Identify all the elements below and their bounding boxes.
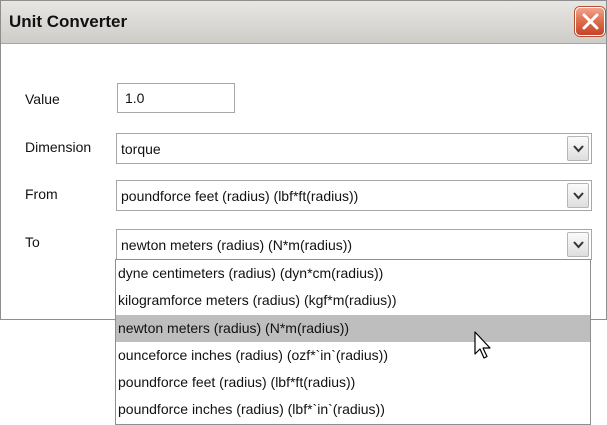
from-unit-select-value: poundforce feet (radius) (lbf*ft(radius)… <box>121 188 359 204</box>
value-input[interactable]: 1.0 <box>117 83 235 113</box>
to-label: To <box>25 234 40 250</box>
title-bar[interactable]: Unit Converter <box>1 1 606 44</box>
dimension-select[interactable]: torque <box>116 133 592 164</box>
dropdown-option-selected[interactable]: newton meters (radius) (N*m(radius)) <box>116 315 590 342</box>
close-button[interactable] <box>575 7 605 36</box>
dropdown-option[interactable]: dyne centimeters (radius) (dyn*cm(radius… <box>116 260 590 287</box>
dropdown-option[interactable]: ounceforce inches (radius) (ozf*`in`(rad… <box>116 342 590 369</box>
from-dropdown-button[interactable] <box>567 183 589 208</box>
chevron-down-icon <box>573 241 584 249</box>
to-unit-select-value: newton meters (radius) (N*m(radius)) <box>121 237 353 253</box>
value-label: Value <box>25 91 60 107</box>
dimension-dropdown-button[interactable] <box>567 136 589 161</box>
to-unit-select[interactable]: newton meters (radius) (N*m(radius)) <box>116 229 592 260</box>
dimension-label: Dimension <box>25 139 92 155</box>
chevron-down-icon <box>573 145 584 153</box>
chevron-down-icon <box>573 192 584 200</box>
dropdown-option[interactable]: kilogramforce meters (radius) (kgf*m(rad… <box>116 287 590 314</box>
dropdown-option[interactable]: poundforce inches (radius) (lbf*`in`(rad… <box>116 396 590 423</box>
from-label: From <box>25 186 58 202</box>
to-dropdown-button[interactable] <box>567 232 589 257</box>
dimension-select-value: torque <box>121 141 161 157</box>
from-unit-select[interactable]: poundforce feet (radius) (lbf*ft(radius)… <box>116 180 592 211</box>
dropdown-option[interactable]: poundforce feet (radius) (lbf*ft(radius)… <box>116 369 590 396</box>
window-title: Unit Converter <box>9 12 128 31</box>
to-unit-dropdown-list: dyne centimeters (radius) (dyn*cm(radius… <box>115 259 591 425</box>
mouse-pointer-icon <box>474 331 491 359</box>
close-icon <box>582 13 599 30</box>
